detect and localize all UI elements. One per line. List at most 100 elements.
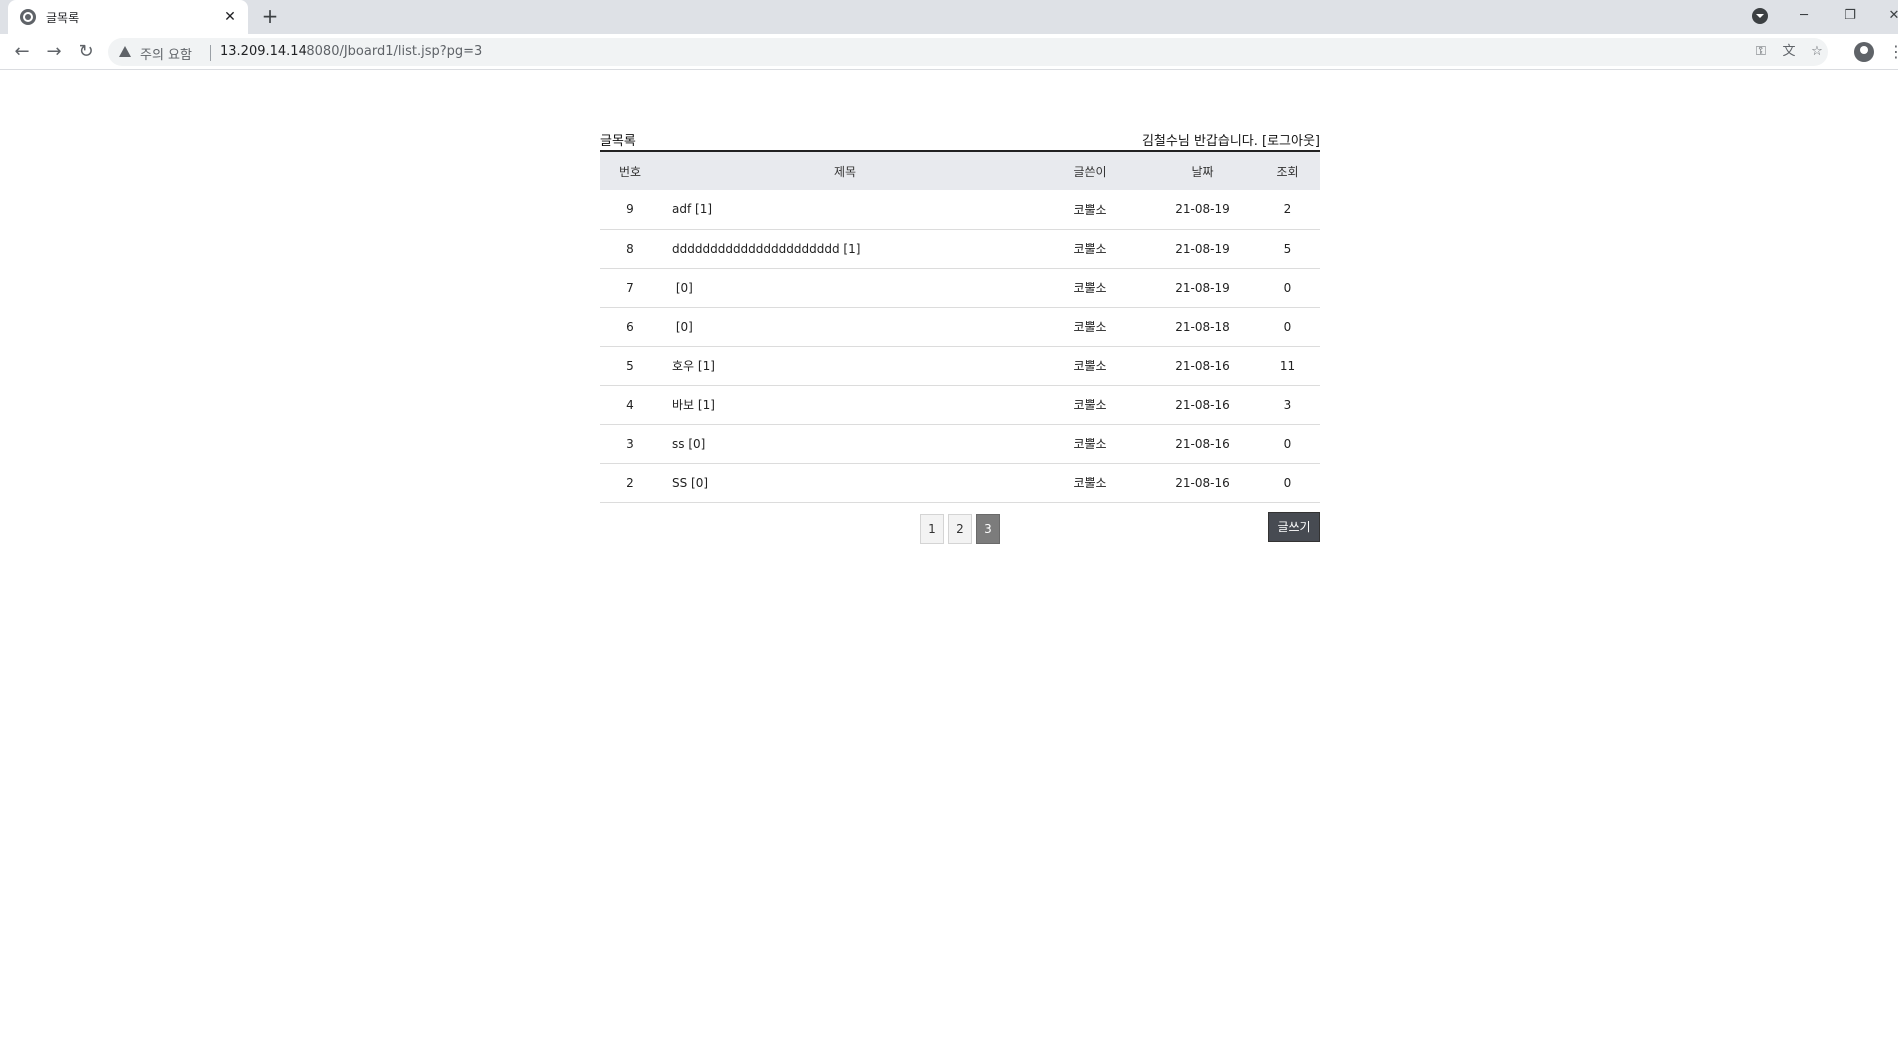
warning-icon[interactable] <box>119 46 131 57</box>
post-date: 21-08-16 <box>1150 424 1255 464</box>
page-2-button[interactable]: 2 <box>948 513 972 544</box>
table-row: 8 dddddddddddddddddddddd [1] 코뿔소 21-08-1… <box>600 229 1320 269</box>
browser-tab-strip: 글목록 ✕ + ─ ❐ ✕ <box>0 0 1898 34</box>
globe-icon <box>20 9 36 25</box>
post-subject-link[interactable]: dddddddddddddddddddddd [1] <box>672 242 860 256</box>
post-views: 3 <box>1255 385 1320 425</box>
write-post-button[interactable]: 글쓰기 <box>1268 511 1320 542</box>
back-button[interactable]: ← <box>10 40 34 64</box>
post-table: 번호 제목 글쓴이 날짜 조회 9 adf [1] 코뿔소 21-08-19 2… <box>600 152 1320 503</box>
page-title: 글목록 <box>600 134 636 149</box>
post-subject-link[interactable]: 바보 [1] <box>672 398 715 412</box>
table-row: 5 호우 [1] 코뿔소 21-08-16 11 <box>600 346 1320 386</box>
post-writer: 코뿔소 <box>1030 385 1150 425</box>
post-writer: 코뿔소 <box>1030 229 1150 269</box>
post-writer: 코뿔소 <box>1030 307 1150 347</box>
column-header-subject: 제목 <box>660 152 1030 190</box>
new-tab-button[interactable]: + <box>258 5 282 29</box>
column-header-date: 날짜 <box>1150 152 1255 190</box>
post-views: 2 <box>1255 190 1320 230</box>
browser-tab[interactable]: 글목록 ✕ <box>8 0 248 34</box>
post-subject-cell: adf [1] <box>660 190 1030 230</box>
post-number: 7 <box>600 268 660 308</box>
security-label[interactable]: 주의 요함 <box>140 44 192 63</box>
tab-close-icon[interactable]: ✕ <box>220 7 240 27</box>
post-number: 8 <box>600 229 660 269</box>
page-1-button[interactable]: 1 <box>920 513 944 544</box>
translate-icon[interactable]: 文 <box>1780 43 1798 61</box>
table-row: 6 [0] 코뿔소 21-08-18 0 <box>600 307 1320 347</box>
post-date: 21-08-16 <box>1150 385 1255 425</box>
post-writer: 코뿔소 <box>1030 346 1150 386</box>
logout-link[interactable]: [로그아웃] <box>1262 134 1320 149</box>
post-subject-link[interactable]: [0] <box>672 320 693 334</box>
column-header-views: 조회 <box>1255 152 1320 190</box>
star-icon[interactable]: ☆ <box>1808 43 1826 61</box>
post-subject-link[interactable]: SS [0] <box>672 476 708 490</box>
post-views: 0 <box>1255 424 1320 464</box>
post-writer: 코뿔소 <box>1030 424 1150 464</box>
table-row: 7 [0] 코뿔소 21-08-19 0 <box>600 268 1320 308</box>
post-number: 5 <box>600 346 660 386</box>
table-header-row: 번호 제목 글쓴이 날짜 조회 <box>600 152 1320 190</box>
post-writer: 코뿔소 <box>1030 463 1150 503</box>
profile-icon[interactable] <box>1854 42 1874 62</box>
forward-button[interactable]: → <box>42 40 66 64</box>
post-date: 21-08-16 <box>1150 346 1255 386</box>
post-subject-cell: 바보 [1] <box>660 385 1030 425</box>
column-header-writer: 글쓴이 <box>1030 152 1150 190</box>
post-subject-cell: ss [0] <box>660 424 1030 464</box>
post-subject-link[interactable]: adf [1] <box>672 202 712 216</box>
post-subject-link[interactable]: [0] <box>672 281 693 295</box>
table-row: 2 SS [0] 코뿔소 21-08-16 0 <box>600 463 1320 503</box>
post-subject-cell: [0] <box>660 268 1030 308</box>
reload-button[interactable]: ↻ <box>74 40 98 64</box>
table-row: 9 adf [1] 코뿔소 21-08-19 2 <box>600 190 1320 230</box>
table-row: 3 ss [0] 코뿔소 21-08-16 0 <box>600 424 1320 464</box>
board-header: 글목록 김철수님 반갑습니다. [로그아웃] <box>600 126 1320 152</box>
post-views: 0 <box>1255 463 1320 503</box>
user-greeting-area: 김철수님 반갑습니다. [로그아웃] <box>1142 130 1320 149</box>
close-window-button[interactable]: ✕ <box>1880 4 1898 28</box>
url-separator <box>210 45 211 61</box>
post-subject-cell: [0] <box>660 307 1030 347</box>
post-views: 11 <box>1255 346 1320 386</box>
post-number: 6 <box>600 307 660 347</box>
pagination: 1 2 3 <box>920 513 1004 544</box>
address-bar[interactable]: 주의 요함 13.209.14.14 :8080/Jboard1/list.js… <box>108 38 1828 66</box>
menu-icon[interactable]: ⋮ <box>1888 42 1898 62</box>
url-path[interactable]: :8080/Jboard1/list.jsp?pg=3 <box>302 44 482 59</box>
post-number: 4 <box>600 385 660 425</box>
post-subject-link[interactable]: ss [0] <box>672 437 705 451</box>
post-views: 5 <box>1255 229 1320 269</box>
post-number: 9 <box>600 190 660 230</box>
post-number: 3 <box>600 424 660 464</box>
page-3-button-current[interactable]: 3 <box>976 513 1000 544</box>
restore-button[interactable]: ❐ <box>1836 4 1864 28</box>
key-icon[interactable]: ⚿ <box>1752 43 1770 61</box>
post-subject-cell: SS [0] <box>660 463 1030 503</box>
post-date: 21-08-16 <box>1150 463 1255 503</box>
table-row: 4 바보 [1] 코뿔소 21-08-16 3 <box>600 385 1320 425</box>
post-views: 0 <box>1255 268 1320 308</box>
user-greeting: 김철수님 반갑습니다. <box>1141 134 1263 149</box>
post-subject-link[interactable]: 호우 [1] <box>672 359 715 373</box>
url-host[interactable]: 13.209.14.14 <box>220 44 307 59</box>
post-date: 21-08-19 <box>1150 268 1255 308</box>
post-subject-cell: dddddddddddddddddddddd [1] <box>660 229 1030 269</box>
browser-toolbar: ← → ↻ 주의 요함 13.209.14.14 :8080/Jboard1/l… <box>0 34 1898 70</box>
post-date: 21-08-18 <box>1150 307 1255 347</box>
post-number: 2 <box>600 463 660 503</box>
post-views: 0 <box>1255 307 1320 347</box>
pagination-area: 1 2 3 글쓰기 <box>600 503 1320 553</box>
post-subject-cell: 호우 [1] <box>660 346 1030 386</box>
post-date: 21-08-19 <box>1150 190 1255 230</box>
tab-title: 글목록 <box>46 11 80 25</box>
post-writer: 코뿔소 <box>1030 268 1150 308</box>
post-date: 21-08-19 <box>1150 229 1255 269</box>
post-writer: 코뿔소 <box>1030 190 1150 230</box>
board-list: 글목록 김철수님 반갑습니다. [로그아웃] 번호 제목 글쓴이 날짜 조회 9… <box>600 126 1320 553</box>
column-header-number: 번호 <box>600 152 660 190</box>
tab-search-icon[interactable] <box>1752 8 1768 24</box>
minimize-button[interactable]: ─ <box>1790 4 1818 28</box>
